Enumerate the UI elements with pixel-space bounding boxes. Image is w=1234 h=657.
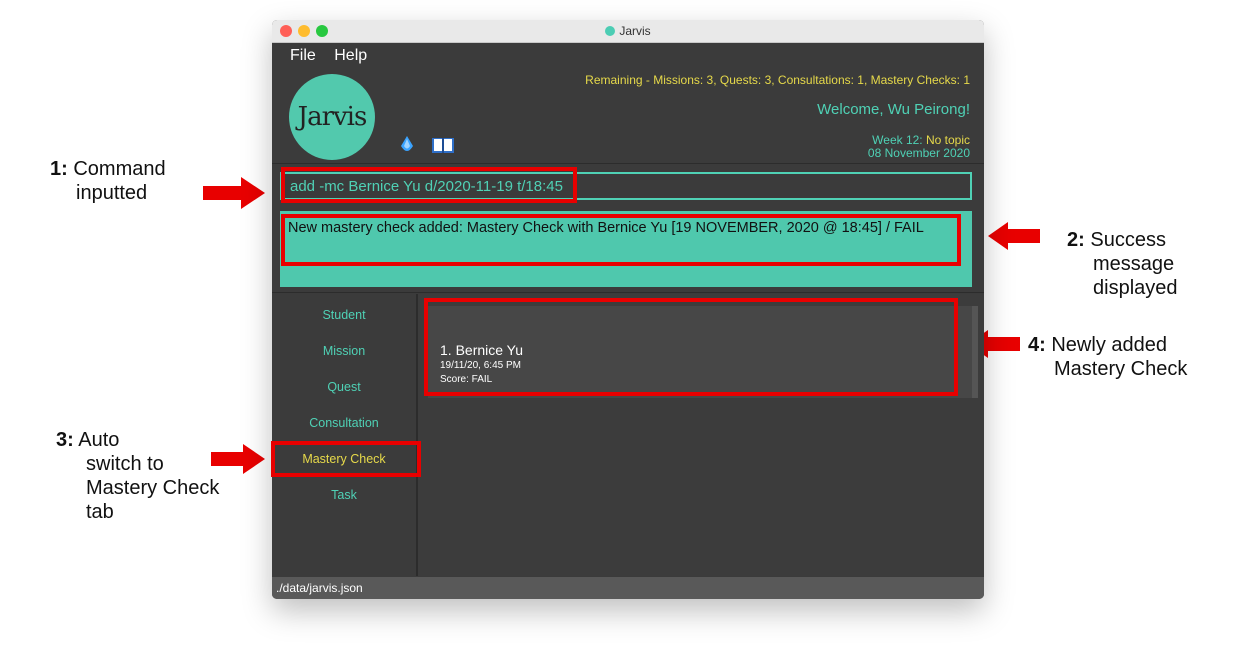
status-bar: ./data/jarvis.json: [272, 577, 984, 599]
highlight-mastery-tab: [271, 441, 421, 477]
arrow-right-icon: [211, 444, 265, 474]
menu-help[interactable]: Help: [334, 47, 367, 64]
menu-file[interactable]: File: [290, 47, 316, 64]
tab-sidebar: Student Mission Quest Consultation Maste…: [272, 294, 416, 576]
annotation-2: 2: Success message displayed: [1067, 229, 1178, 299]
highlight-result-box: [281, 214, 961, 266]
tab-task[interactable]: Task: [272, 488, 416, 502]
week-info: Week 12: No topic 08 November 2020: [867, 133, 970, 160]
app-icon: [605, 26, 616, 36]
tab-quest[interactable]: Quest: [272, 380, 416, 394]
tab-student[interactable]: Student: [272, 308, 416, 322]
arrow-right-icon: [203, 177, 265, 209]
arrow-left-icon: [988, 222, 1040, 250]
tab-mission[interactable]: Mission: [272, 344, 416, 358]
annotation-1: 1: Command inputted: [50, 158, 166, 204]
menu-bar: File Help: [290, 47, 381, 65]
telegram-droplet-icon[interactable]: [400, 136, 414, 154]
divider: [272, 292, 984, 293]
remaining-counts: Remaining - Missions: 3, Quests: 3, Cons…: [585, 73, 970, 87]
divider: [272, 163, 984, 164]
highlight-command-box: [281, 167, 577, 203]
annotation-4: 4: Newly added Mastery Check: [1028, 334, 1188, 380]
title-bar: Jarvis: [272, 20, 984, 43]
tab-consultation[interactable]: Consultation: [272, 416, 416, 430]
window-title: Jarvis: [272, 24, 984, 38]
welcome-message: Welcome, Wu Peirong!: [817, 101, 970, 118]
annotation-3: 3: Auto switch to Mastery Check tab: [56, 429, 220, 523]
highlight-list-item: [424, 298, 958, 396]
data-file-path: ./data/jarvis.json: [276, 581, 363, 595]
jarvis-logo: Jarvis: [289, 74, 375, 160]
book-icon[interactable]: [432, 137, 454, 153]
